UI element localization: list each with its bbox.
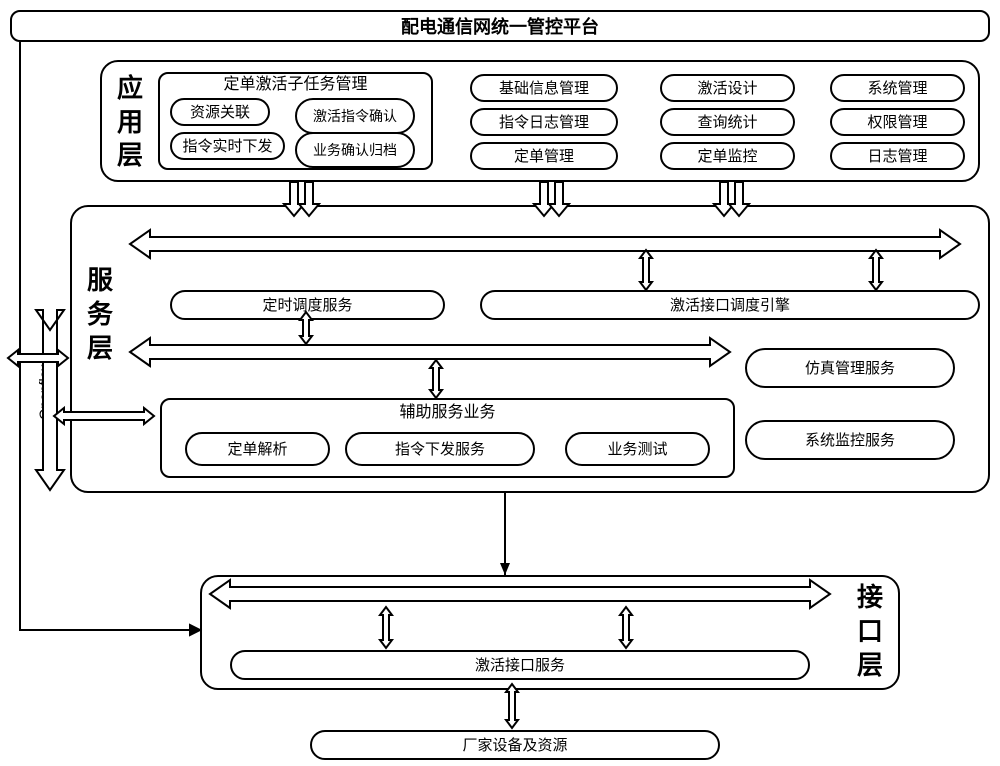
- app-layer-label: 应 用 层: [110, 75, 150, 170]
- pill-base-info: 基础信息管理: [470, 74, 618, 102]
- pill-cmd-issue: 指令下发服务: [345, 432, 535, 466]
- pill-act-iface-svc: 激活接口服务: [230, 650, 810, 680]
- subtask-group-title: 定单激活子任务管理: [158, 76, 433, 94]
- char: 用: [117, 106, 143, 140]
- char: 层: [87, 332, 113, 366]
- pill-act-cmd-confirm: 激活指令确认: [295, 98, 415, 134]
- pill-timer-sched: 定时调度服务: [170, 290, 445, 320]
- pill-sim-mgmt: 仿真管理服务: [745, 348, 955, 388]
- char: 层: [117, 139, 143, 173]
- pill-act-engine: 激活接口调度引擎: [480, 290, 980, 320]
- aux-group-title: 辅助服务业务: [160, 404, 735, 422]
- char: 务: [87, 298, 113, 332]
- char: 服: [87, 264, 113, 298]
- diagram-root: 配电通信网统一管控平台 应 用 层 定单激活子任务管理 资源关联 指令实时下发 …: [0, 0, 1000, 766]
- pill-order-parse: 定单解析: [185, 432, 330, 466]
- pill-act-design: 激活设计: [660, 74, 795, 102]
- pill-perm-mgmt: 权限管理: [830, 108, 965, 136]
- pill-order-mgmt: 定单管理: [470, 142, 618, 170]
- pill-sys-mgmt: 系统管理: [830, 74, 965, 102]
- char: 应: [117, 72, 143, 106]
- interface-layer-label: 接 口 层: [850, 582, 890, 682]
- pill-resource-link: 资源关联: [170, 98, 270, 126]
- pill-cmd-log: 指令日志管理: [470, 108, 618, 136]
- openflow-label-1: Openflow: [460, 236, 600, 253]
- pill-biz-confirm-archive: 业务确认归档: [295, 132, 415, 168]
- char: 层: [857, 649, 883, 683]
- pill-query-stats: 查询统计: [660, 108, 795, 136]
- char: 接: [857, 581, 883, 615]
- pill-log-mgmt: 日志管理: [830, 142, 965, 170]
- pill-sys-monitor: 系统监控服务: [745, 420, 955, 460]
- openflow-label-3: Openflow: [415, 586, 555, 603]
- openflow-label-vertical: Openflow: [36, 320, 52, 460]
- title-bar: 配电通信网统一管控平台: [10, 10, 990, 42]
- openflow-label-2: Openflow: [325, 344, 465, 361]
- pill-biz-test: 业务测试: [565, 432, 710, 466]
- pill-vendor: 厂家设备及资源: [310, 730, 720, 760]
- pill-order-monitor: 定单监控: [660, 142, 795, 170]
- char: 口: [857, 615, 883, 649]
- pill-cmd-realtime: 指令实时下发: [170, 132, 285, 160]
- service-layer-label: 服 务 层: [80, 250, 120, 380]
